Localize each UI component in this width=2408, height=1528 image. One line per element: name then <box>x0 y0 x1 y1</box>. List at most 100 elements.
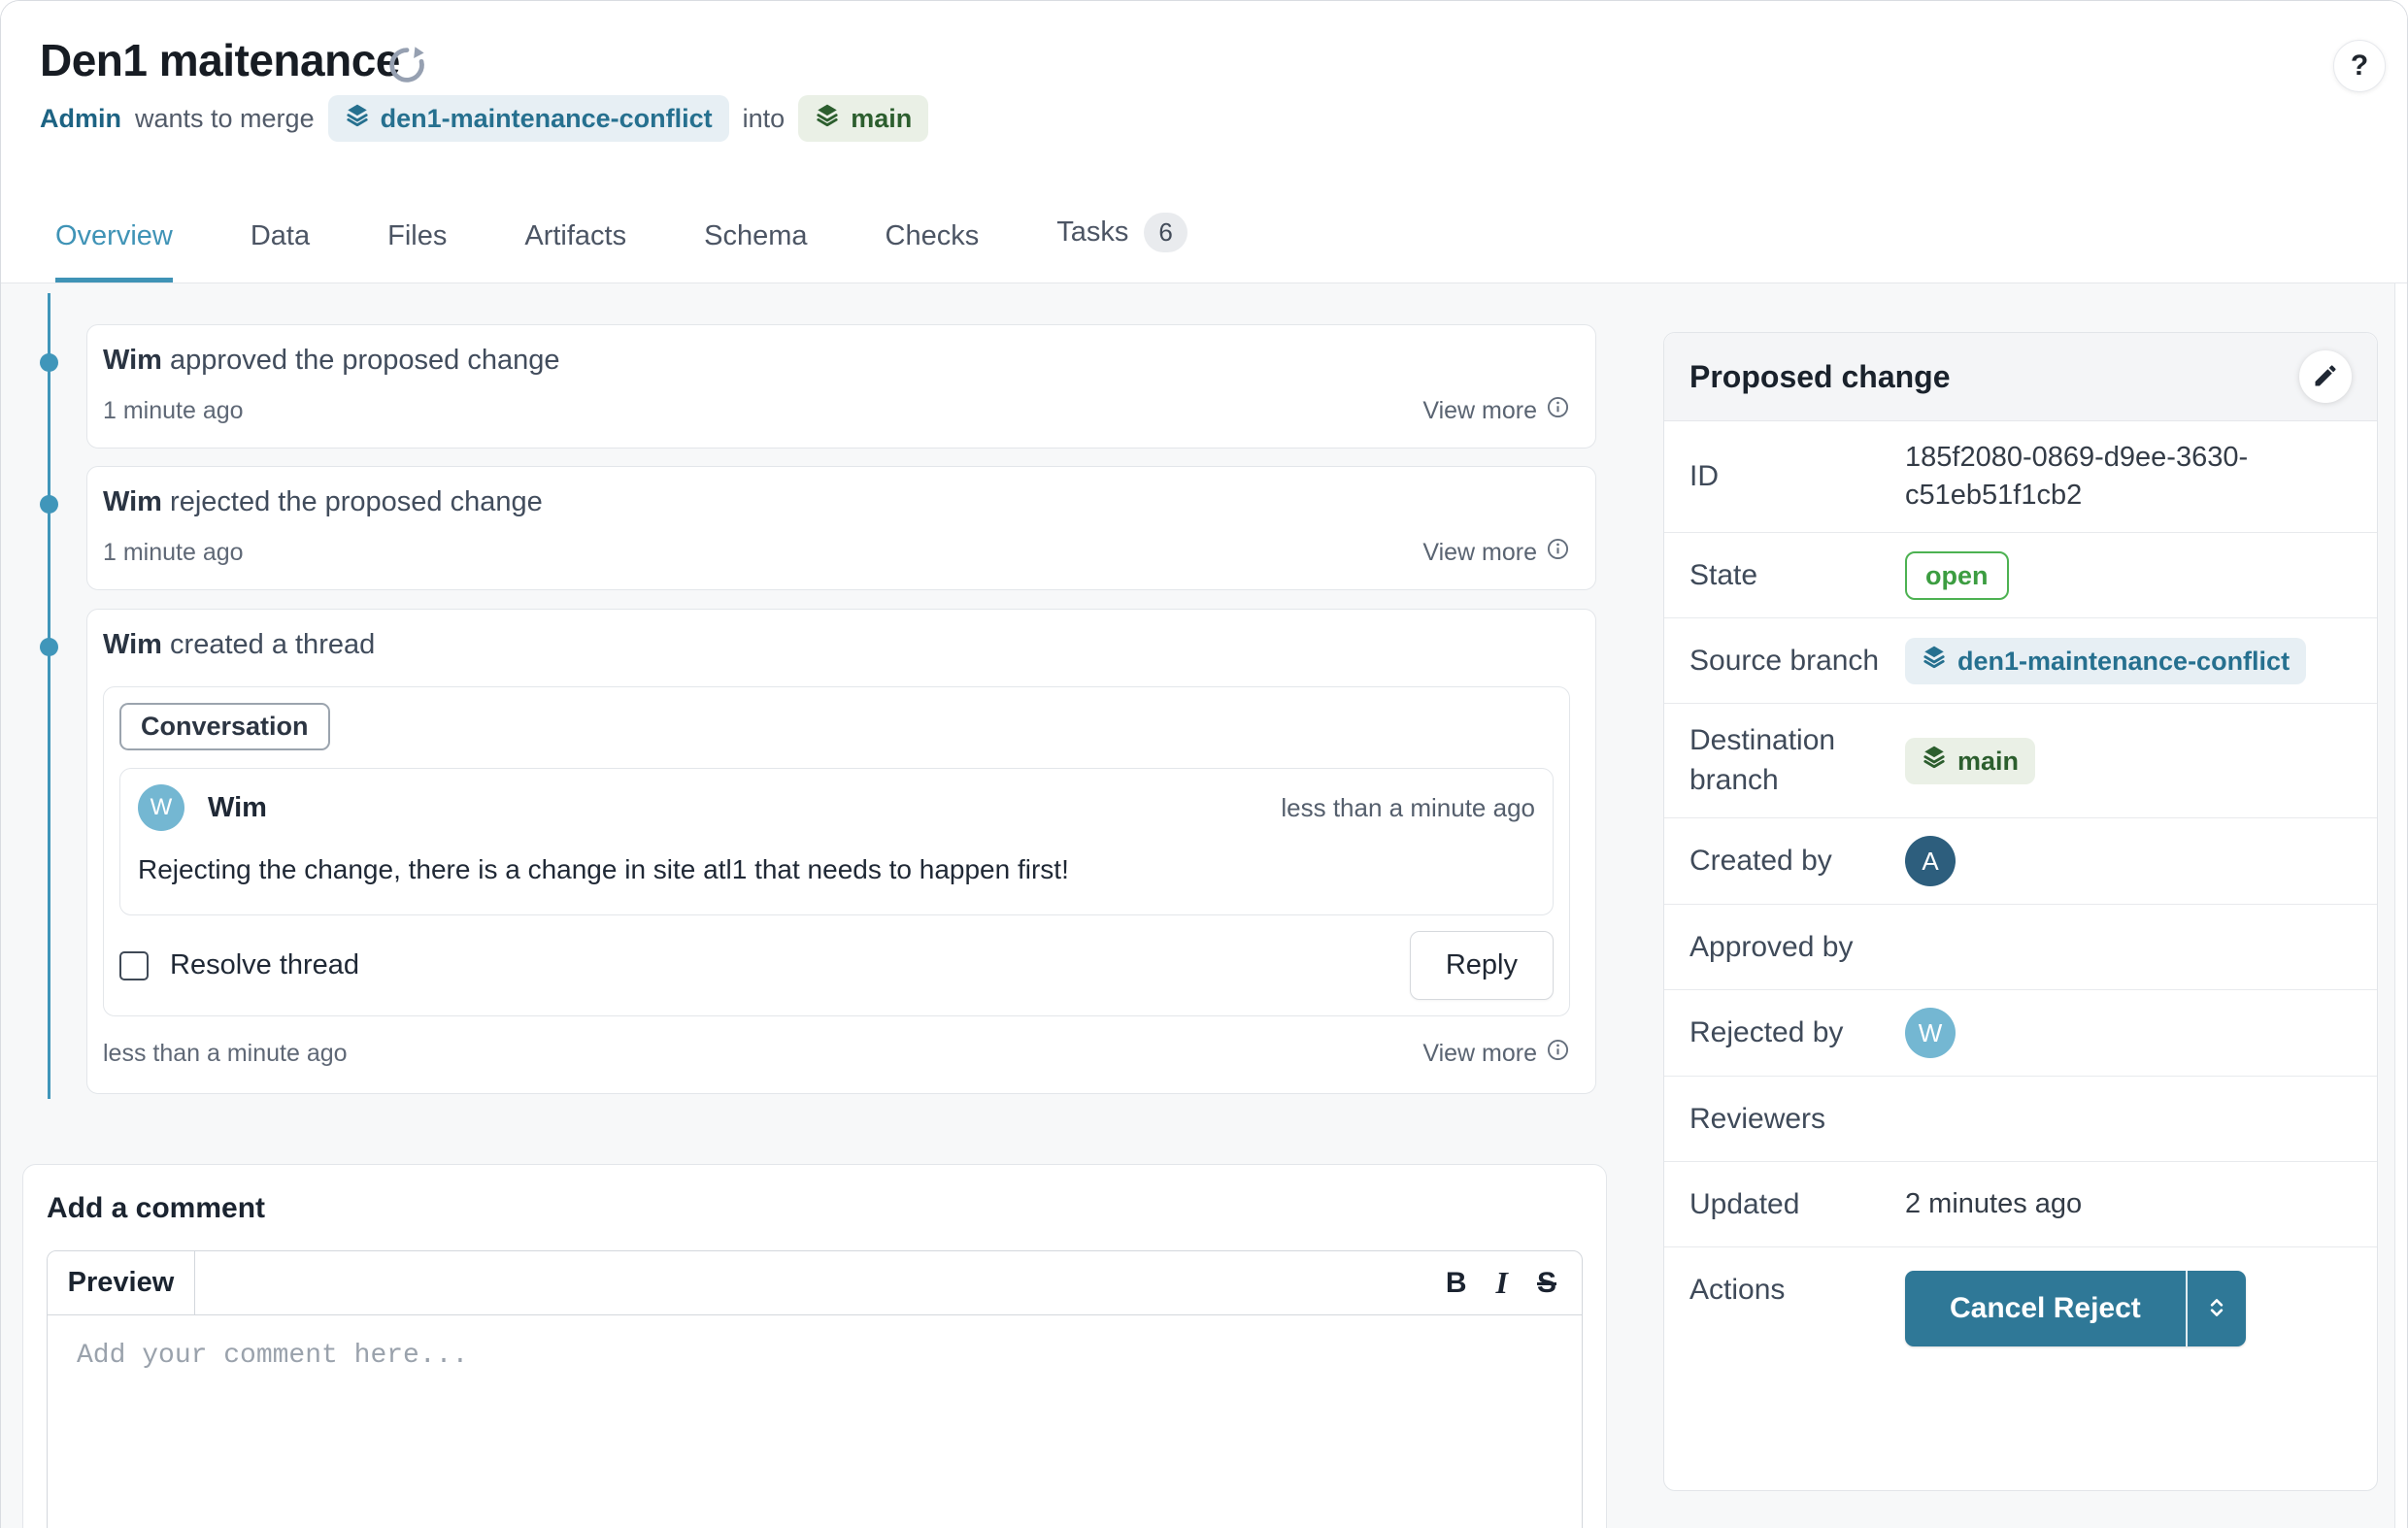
view-more-label: View more <box>1422 1040 1537 1068</box>
tab-label: Schema <box>704 220 807 252</box>
source-branch-badge[interactable]: den1-maintenance-conflict <box>328 95 729 142</box>
merge-summary: Admin wants to merge den1-maintenance-co… <box>40 94 928 143</box>
tab-artifacts[interactable]: Artifacts <box>524 220 626 282</box>
refresh-button[interactable] <box>385 44 428 86</box>
tab-label: Checks <box>886 220 980 252</box>
row-label: Reviewers <box>1689 1100 1905 1140</box>
branch-layers-icon <box>345 103 370 135</box>
row-label: Updated <box>1689 1185 1905 1225</box>
tab-bar: Overview Data Files Artifacts Schema Che… <box>55 213 1187 282</box>
rejected-by-row: Rejected by W <box>1664 990 2377 1077</box>
italic-button[interactable]: I <box>1496 1265 1508 1301</box>
actions-row: Actions Cancel Reject <box>1664 1247 2377 1490</box>
rejected-by-avatar: W <box>1905 1008 1956 1058</box>
branch-layers-icon <box>1922 644 1947 679</box>
comment-textarea[interactable] <box>48 1315 1582 1528</box>
tab-label: Tasks <box>1056 216 1128 249</box>
event-title: Wim approved the proposed change <box>103 345 1570 377</box>
target-branch-label: main <box>851 104 912 134</box>
tab-checks[interactable]: Checks <box>886 220 980 282</box>
row-label: Source branch <box>1689 642 1905 681</box>
row-label: State <box>1689 556 1905 596</box>
view-more-link[interactable]: View more <box>1422 537 1570 568</box>
author-link[interactable]: Admin <box>40 104 121 134</box>
timeline-dot <box>40 495 58 514</box>
info-icon <box>1546 1038 1570 1069</box>
comment-time: less than a minute ago <box>1281 793 1535 823</box>
tab-overview[interactable]: Overview <box>55 220 173 282</box>
help-button[interactable]: ? <box>2333 40 2386 92</box>
refresh-icon <box>385 75 428 89</box>
panel-heading: Proposed change <box>1689 359 1951 395</box>
composer-heading: Add a comment <box>47 1192 1583 1225</box>
reply-button[interactable]: Reply <box>1410 931 1554 1000</box>
row-label: Approved by <box>1689 928 1905 968</box>
timeline-dot <box>40 353 58 372</box>
row-label: ID <box>1689 457 1905 497</box>
reviewers-row: Reviewers <box>1664 1077 2377 1162</box>
event-action: approved the proposed change <box>170 345 559 376</box>
view-more-link[interactable]: View more <box>1422 1038 1570 1069</box>
source-branch-badge[interactable]: den1-maintenance-conflict <box>1905 638 2306 684</box>
right-scrollbar-gutter[interactable] <box>2394 283 2408 1528</box>
page-frame: Den1 maitenance Admin wants to merge <box>0 0 2408 1528</box>
app-header: Den1 maitenance Admin wants to merge <box>1 1 2408 283</box>
avatar-wim: W <box>138 784 184 831</box>
comment-author: Wim <box>208 792 267 824</box>
created-by-row: Created by A <box>1664 818 2377 905</box>
info-icon <box>1546 395 1570 426</box>
event-actor: Wim <box>103 345 162 376</box>
source-branch-row: Source branch den1-maintenance-conflict <box>1664 618 2377 704</box>
thread-title: Wim created a thread <box>103 629 1570 661</box>
comment-body: Rejecting the change, there is a change … <box>138 854 1535 885</box>
thread-comment-card: W Wim less than a minute ago Rejecting t… <box>119 768 1554 915</box>
state-badge: open <box>1905 551 2009 600</box>
tab-data[interactable]: Data <box>251 220 310 282</box>
edit-button[interactable] <box>2299 350 2352 403</box>
strikethrough-button[interactable]: S <box>1537 1267 1556 1300</box>
comment-composer: Add a comment Preview B I S <box>22 1164 1607 1528</box>
actions-split-button: Cancel Reject <box>1905 1271 2246 1346</box>
row-label: Rejected by <box>1689 1013 1905 1053</box>
updated-row: Updated 2 minutes ago <box>1664 1162 2377 1247</box>
timeline-dot <box>40 638 58 656</box>
resolve-checkbox[interactable] <box>119 951 149 980</box>
conversation-box: Conversation W Wim less than a minute ag… <box>103 686 1570 1016</box>
target-branch-label: main <box>1957 744 2019 779</box>
pencil-icon <box>2312 362 2339 392</box>
updated-value: 2 minutes ago <box>1905 1185 2377 1223</box>
tab-label: Artifacts <box>524 220 626 252</box>
source-branch-label: den1-maintenance-conflict <box>381 104 713 134</box>
actions-dropdown-toggle[interactable] <box>2186 1271 2246 1346</box>
source-branch-label: den1-maintenance-conflict <box>1957 644 2290 679</box>
approved-by-row: Approved by <box>1664 905 2377 990</box>
event-title: Wim rejected the proposed change <box>103 486 1570 518</box>
bold-button[interactable]: B <box>1446 1267 1467 1300</box>
event-action: created a thread <box>170 629 375 660</box>
event-time: 1 minute ago <box>103 397 244 425</box>
timeline-line <box>48 293 50 1099</box>
target-branch-badge[interactable]: main <box>1905 738 2035 784</box>
tab-schema[interactable]: Schema <box>704 220 807 282</box>
tab-label: Overview <box>55 220 173 252</box>
target-branch-badge[interactable]: main <box>798 95 928 142</box>
cancel-reject-button[interactable]: Cancel Reject <box>1905 1271 2186 1346</box>
preview-tab[interactable]: Preview <box>48 1251 195 1314</box>
tab-files[interactable]: Files <box>387 220 447 282</box>
comment-editor: Preview B I S <box>47 1250 1583 1528</box>
tab-label: Data <box>251 220 310 252</box>
row-label: Actions <box>1689 1271 1905 1311</box>
question-mark-icon: ? <box>2351 50 2368 83</box>
event-action: rejected the proposed change <box>170 486 543 517</box>
branch-layers-icon <box>1922 744 1947 779</box>
tab-tasks[interactable]: Tasks 6 <box>1056 213 1187 282</box>
event-actor: Wim <box>103 486 162 517</box>
thread-time: less than a minute ago <box>103 1040 348 1068</box>
editor-toolbar: Preview B I S <box>48 1251 1582 1315</box>
panel-header: Proposed change <box>1664 333 2377 421</box>
branch-layers-icon <box>815 103 840 135</box>
view-more-link[interactable]: View more <box>1422 395 1570 426</box>
content-area: Wim approved the proposed change 1 minut… <box>1 283 2408 1528</box>
conversation-badge: Conversation <box>119 703 330 750</box>
row-label: Destination branch <box>1689 721 1905 800</box>
